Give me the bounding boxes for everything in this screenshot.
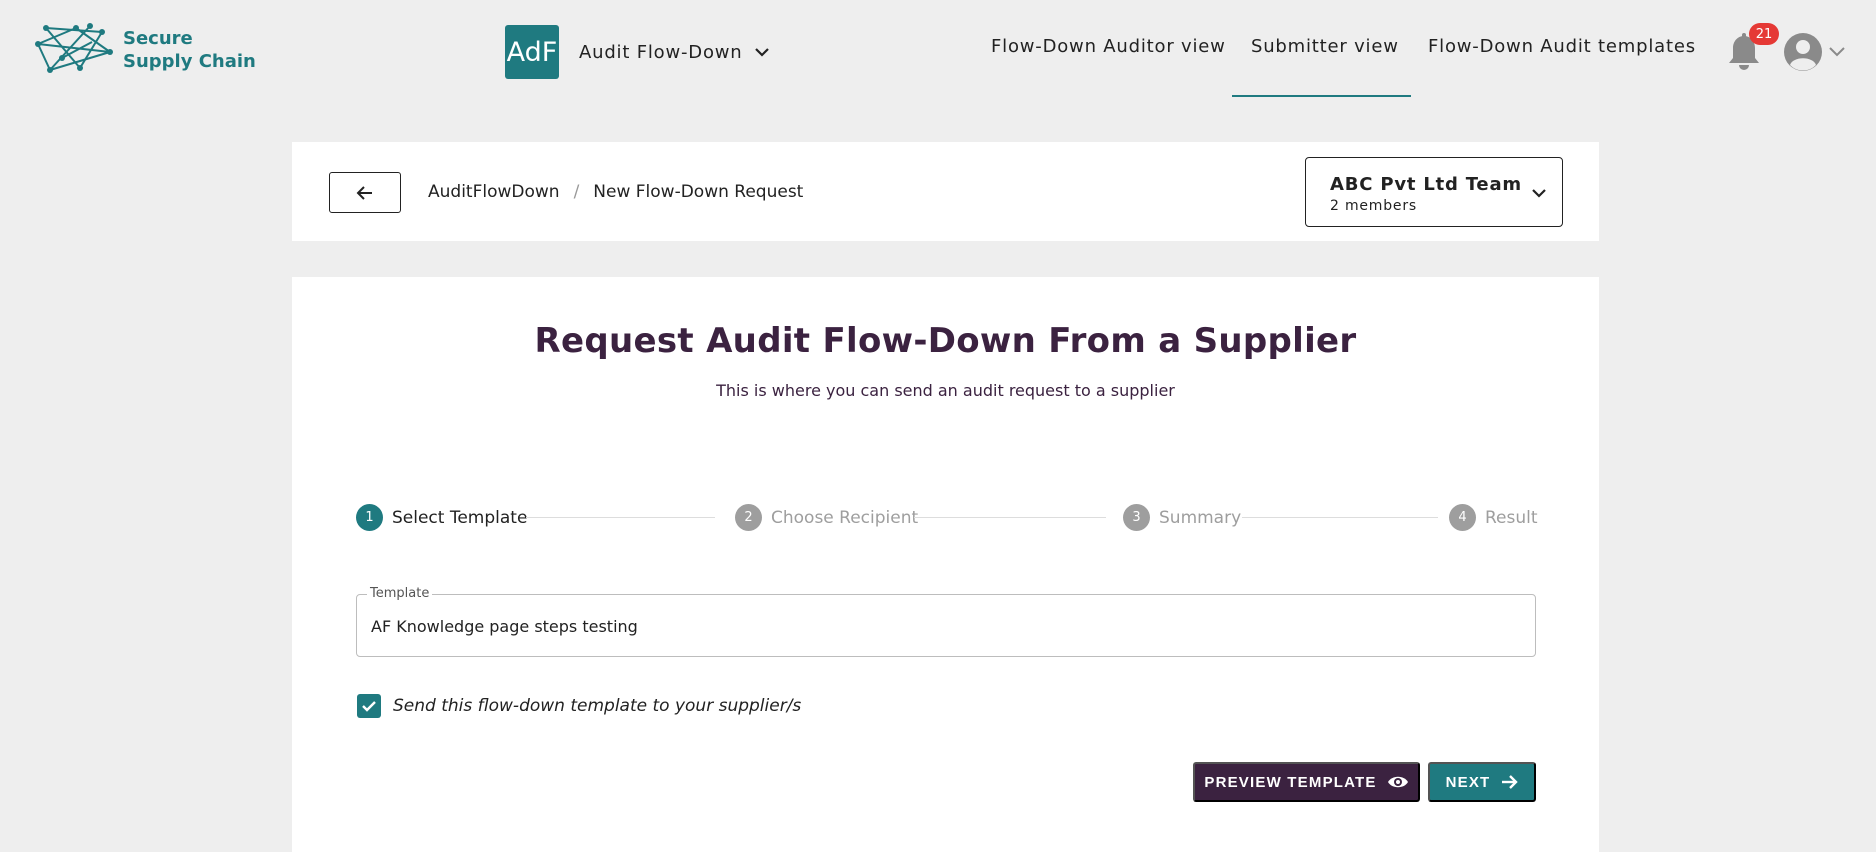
step-connector [526,517,715,518]
preview-template-button[interactable]: PREVIEW TEMPLATE [1193,762,1420,802]
nav-flow-down-audit-templates[interactable]: Flow-Down Audit templates [1428,36,1696,57]
back-button[interactable] [329,172,401,213]
active-nav-indicator [1232,95,1411,97]
send-template-checkbox[interactable] [357,694,381,718]
breadcrumb: AuditFlowDown / New Flow-Down Request [428,182,803,202]
step-number: 4 [1449,504,1476,531]
breadcrumb-separator: / [573,182,580,202]
team-member-count: 2 members [1330,198,1417,214]
request-card: Request Audit Flow-Down From a Supplier … [292,277,1599,852]
checkmark-icon [362,701,376,712]
next-button[interactable]: NEXT [1428,762,1536,802]
brand-name: Secure Supply Chain [123,27,256,73]
nav-flow-down-auditor-view[interactable]: Flow-Down Auditor view [991,36,1226,57]
step-choose-recipient: 2 Choose Recipient [735,504,918,531]
template-field-label: Template [367,586,433,601]
step-connector [1242,517,1438,518]
user-avatar-icon[interactable] [1783,32,1823,72]
eye-icon [1387,776,1408,788]
team-name: ABC Pvt Ltd Team [1330,174,1522,195]
brand-name-line2: Supply Chain [123,51,256,72]
next-button-label: NEXT [1445,773,1491,791]
app-switcher[interactable]: AdF Audit Flow-Down [505,25,771,79]
step-label: Summary [1159,507,1242,528]
notification-count-badge: 21 [1749,23,1779,45]
breadcrumb-item-current: New Flow-Down Request [593,182,804,202]
step-label: Choose Recipient [771,507,919,528]
step-number: 3 [1123,504,1150,531]
step-label: Result [1485,507,1538,528]
send-template-checkbox-label[interactable]: Send this flow-down template to your sup… [393,696,801,716]
step-result: 4 Result [1449,504,1538,531]
app-name: Audit Flow-Down [579,41,743,63]
step-select-template: 1 Select Template [356,504,527,531]
template-select[interactable]: Template [356,586,1536,657]
step-label: Select Template [392,507,528,528]
preview-template-label: PREVIEW TEMPLATE [1204,773,1377,791]
page-subtitle: This is where you can send an audit requ… [716,381,1175,400]
top-navigation-bar: Secure Supply Chain AdF Audit Flow-Down … [0,0,1876,98]
breadcrumb-item-auditflowdown[interactable]: AuditFlowDown [428,182,560,202]
step-number: 2 [735,504,762,531]
chevron-down-icon [754,48,769,57]
arrow-left-icon [356,185,372,200]
step-connector [914,517,1106,518]
brand-logo[interactable]: Secure Supply Chain [32,22,256,78]
chevron-down-icon[interactable] [1828,45,1846,59]
nav-submitter-view[interactable]: Submitter view [1251,36,1399,57]
app-badge: AdF [505,25,559,79]
arrow-right-icon [1502,775,1519,789]
page-title: Request Audit Flow-Down From a Supplier [534,321,1357,361]
team-selector[interactable]: ABC Pvt Ltd Team 2 members [1305,157,1563,227]
chevron-down-icon [1532,189,1546,198]
brand-name-line1: Secure [123,28,193,49]
breadcrumb-bar: AuditFlowDown / New Flow-Down Request AB… [292,142,1599,241]
step-summary: 3 Summary [1123,504,1241,531]
network-logo-icon [35,23,113,73]
template-input[interactable] [371,617,1511,636]
step-number: 1 [356,504,383,531]
